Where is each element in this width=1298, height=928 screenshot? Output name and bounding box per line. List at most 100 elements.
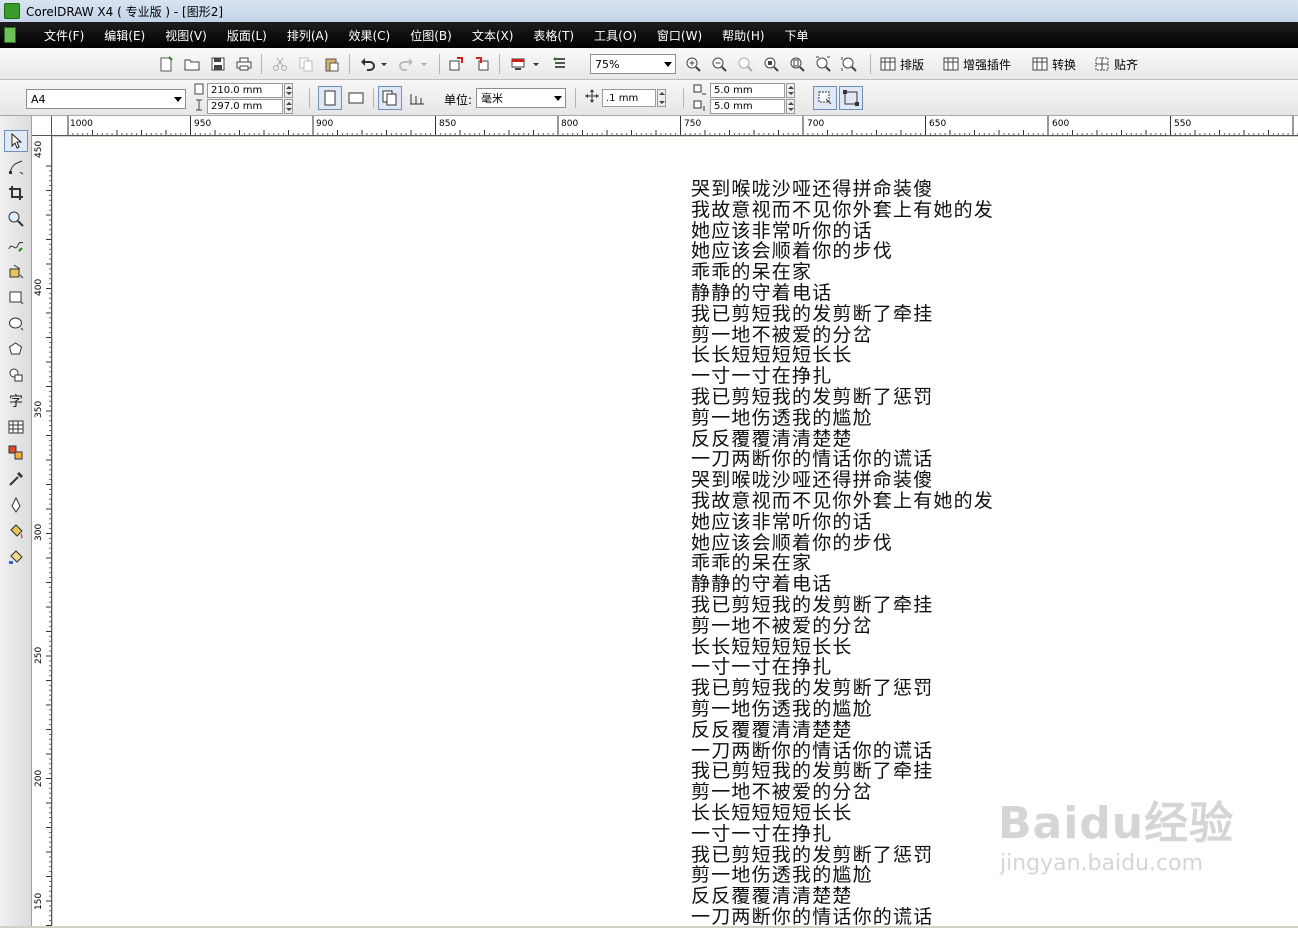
pick-tool-icon[interactable] [4,130,28,152]
duplicate-y-spinner[interactable] [786,99,795,114]
menu-arrange[interactable]: 排列(A) [277,27,339,44]
redo-dropdown-icon[interactable] [418,54,430,74]
zoom-all-objects-icon[interactable] [761,54,781,74]
ruler-label: 650 [929,119,947,129]
import-icon[interactable] [446,54,466,74]
drawing-canvas[interactable]: 哭到喉咙沙哑还得拼命装傻 我故意视而不见你外套上有她的发 她应该非常听你的话 她应该会… [53,137,1298,928]
toolbar-separator [439,54,440,74]
page-height-spinner[interactable] [284,99,293,114]
page-width-value: 210.0 mm [211,85,263,96]
nudge-distance-spinner[interactable] [657,89,666,107]
page-size-select[interactable]: A4 [26,89,186,109]
menu-table[interactable]: 表格(T) [523,27,584,44]
menu-effects[interactable]: 效果(C) [338,27,400,44]
welcome-screen-icon[interactable] [550,54,570,74]
current-page-icon [410,94,424,105]
menu-window[interactable]: 窗口(W) [647,27,712,44]
lyric-line: 我故意视而不见你外套上有她的发 [691,198,995,221]
ruler-label: 900 [316,119,334,129]
page-height-field[interactable]: 297.0 mm [207,99,283,114]
nudge-distance-icon [584,88,600,104]
lyric-line: 一刀两断你的情话你的谎话 [691,448,934,471]
zoom-page-width-icon[interactable] [813,54,833,74]
print-icon[interactable] [234,54,254,74]
interactive-fill-tool-icon[interactable] [4,546,28,568]
save-icon[interactable] [208,54,228,74]
ellipse-tool-icon[interactable] [4,312,28,334]
outline-tool-icon[interactable] [4,494,28,516]
convert-button[interactable]: 转换 [1032,53,1076,75]
ruler-origin-corner[interactable] [32,116,52,136]
menu-tools[interactable]: 工具(O) [584,27,647,44]
coreldraw-app-icon[interactable] [4,3,20,19]
application-launcher-icon[interactable] [508,54,528,74]
new-document-icon[interactable] [156,54,176,74]
eyedropper-tool-icon[interactable] [4,468,28,490]
enhance-plugin-button-label: 增强插件 [963,57,1012,72]
zoom-selected-icon[interactable] [735,54,755,74]
current-page-button[interactable] [405,86,429,110]
zoom-tool-icon[interactable] [4,208,28,230]
zoom-level-select[interactable]: 75% [590,54,676,74]
horizontal-ruler[interactable]: 1000 950 900 850 800 750 700 650 600 550 [52,116,1298,136]
menu-text[interactable]: 文本(X) [462,27,524,44]
basic-shapes-tool-icon[interactable] [4,364,28,386]
menu-edit[interactable]: 编辑(E) [94,27,155,44]
freehand-tool-icon[interactable] [4,234,28,256]
zoom-page-height-icon[interactable] [839,54,859,74]
open-folder-icon[interactable] [182,54,202,74]
zoom-to-page-icon[interactable] [787,54,807,74]
lyric-line: 一寸一寸在挣扎 [691,656,833,679]
all-pages-button[interactable] [378,86,402,110]
redo-icon[interactable] [396,54,416,74]
page-width-spinner[interactable] [284,83,293,98]
duplicate-x-spinner[interactable] [786,83,795,98]
export-icon[interactable] [472,54,492,74]
menu-order[interactable]: 下单 [775,27,819,44]
zoom-out-icon[interactable] [709,54,729,74]
units-select[interactable]: 毫米 [476,88,566,108]
lyric-line: 静静的守着电话 [691,281,833,304]
layout-button[interactable]: 排版 [880,53,924,75]
lyrics-text-object[interactable]: 哭到喉咙沙哑还得拼命装傻 我故意视而不见你外套上有她的发 她应该非常听你的话 她应该会… [691,179,994,928]
menu-help[interactable]: 帮助(H) [712,27,774,44]
paste-icon[interactable] [322,54,342,74]
shape-tool-icon[interactable] [4,156,28,178]
undo-dropdown-icon[interactable] [378,54,390,74]
lyric-line: 我已剪短我的发剪断了惩罚 [691,385,934,408]
undo-icon[interactable] [358,54,378,74]
document-icon[interactable] [4,27,16,43]
copy-icon[interactable] [296,54,316,74]
nudge-distance-field[interactable]: .1 mm [602,89,656,107]
page-width-field[interactable]: 210.0 mm [207,83,283,98]
treat-as-filled-button[interactable] [813,86,837,110]
portrait-page-icon [324,90,336,106]
menu-bitmaps[interactable]: 位图(B) [400,27,462,44]
menu-view[interactable]: 视图(V) [155,27,217,44]
duplicate-x-field[interactable]: 5.0 mm [710,83,785,98]
treat-as-filled-icon [818,91,832,105]
vertical-ruler[interactable]: 450 400 350 300 250 200 150 [32,136,52,926]
landscape-button[interactable] [344,86,368,110]
portrait-button[interactable] [318,86,342,110]
smart-fill-tool-icon[interactable] [4,260,28,282]
crop-tool-icon[interactable] [4,182,28,204]
menu-file[interactable]: 文件(F) [34,27,94,44]
duplicate-y-field[interactable]: 5.0 mm [710,99,785,114]
watermark-sub-text: jingyan.baidu.com [1000,851,1204,876]
zoom-in-icon[interactable] [683,54,703,74]
rectangle-tool-icon[interactable] [4,286,28,308]
cut-icon[interactable] [270,54,290,74]
menu-layout[interactable]: 版面(L) [217,27,277,44]
polygon-tool-icon[interactable] [4,338,28,360]
text-tool-icon[interactable]: 字 [4,390,28,412]
table-tool-icon[interactable] [4,416,28,438]
toolbar-separator [373,88,374,108]
fill-tool-icon[interactable] [4,520,28,542]
menu-bar: 文件(F) 编辑(E) 视图(V) 版面(L) 排列(A) 效果(C) 位图(B… [0,22,1298,48]
interactive-blend-tool-icon[interactable] [4,442,28,464]
draw-bounding-button[interactable] [839,86,863,110]
enhance-plugin-button[interactable]: 增强插件 [943,53,1011,75]
launcher-dropdown-icon[interactable] [530,54,542,74]
snap-button[interactable]: 贴齐 [1094,53,1138,75]
